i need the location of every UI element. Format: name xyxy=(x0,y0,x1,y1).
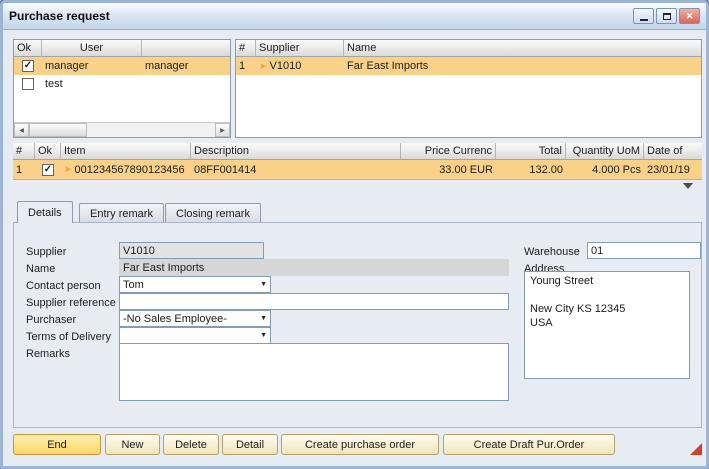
users-col-blank xyxy=(142,40,230,57)
users-col-user[interactable]: User xyxy=(42,40,142,57)
items-col-total[interactable]: Total xyxy=(496,143,566,160)
items-panel: # Ok Item Description Price Currenc Tota… xyxy=(13,143,702,180)
remarks-textarea[interactable] xyxy=(119,343,509,401)
items-col-price[interactable]: Price Currenc xyxy=(401,143,496,160)
contact-person-label: Contact person xyxy=(26,278,101,294)
title-bar[interactable]: Purchase request ✕ xyxy=(3,3,706,30)
user-ok-checkbox[interactable] xyxy=(22,60,34,72)
items-table-header: # Ok Item Description Price Currenc Tota… xyxy=(13,143,702,160)
supplier-row[interactable]: 1 ➤ V1010 Far East Imports xyxy=(236,57,701,75)
chevron-down-icon[interactable]: ▼ xyxy=(260,332,267,339)
window-controls: ✕ xyxy=(633,8,700,24)
users-panel: Ok User manager manager test ◀ ▶ xyxy=(13,39,231,138)
user-value: manager xyxy=(142,57,230,75)
window-title: Purchase request xyxy=(9,9,110,23)
scroll-down-icon[interactable] xyxy=(683,183,693,189)
name-field: Far East Imports xyxy=(119,259,509,276)
suppliers-panel: # Supplier Name 1 ➤ V1010 Far East Impor… xyxy=(235,39,702,138)
maximize-button[interactable] xyxy=(656,8,677,24)
contact-person-value: Tom xyxy=(123,279,144,291)
supplier-label: Supplier xyxy=(26,244,66,260)
items-col-item[interactable]: Item xyxy=(61,143,191,160)
end-button[interactable]: End xyxy=(13,434,101,455)
item-total: 132.00 xyxy=(496,160,566,179)
link-arrow-icon[interactable]: ➤ xyxy=(64,165,72,174)
item-code: 001234567890123456 xyxy=(75,164,185,176)
user-row-manager[interactable]: manager manager xyxy=(14,57,230,75)
detail-button[interactable]: Detail xyxy=(222,434,278,455)
terms-of-delivery-label: Terms of Delivery xyxy=(26,329,111,345)
warehouse-input[interactable] xyxy=(587,242,701,259)
chevron-down-icon[interactable]: ▼ xyxy=(260,281,267,288)
new-button[interactable]: New xyxy=(105,434,160,455)
items-col-ok[interactable]: Ok xyxy=(35,143,61,160)
suppliers-col-num[interactable]: # xyxy=(236,40,256,57)
address-box[interactable]: Young Street New City KS 12345 USA xyxy=(524,271,690,379)
item-date: 23/01/19 xyxy=(644,160,702,179)
minimize-icon xyxy=(640,19,648,21)
user-value xyxy=(142,75,230,93)
minimize-button[interactable] xyxy=(633,8,654,24)
item-quantity: 4.000 Pcs xyxy=(566,160,644,179)
name-label: Name xyxy=(26,261,55,277)
create-draft-po-button[interactable]: Create Draft Pur.Order xyxy=(443,434,615,455)
item-ok-checkbox[interactable] xyxy=(42,164,54,176)
purchaser-value: -No Sales Employee- xyxy=(123,313,227,325)
supplier-row-num: 1 xyxy=(236,57,256,75)
user-name: manager xyxy=(42,57,142,75)
supplier-reference-input[interactable] xyxy=(119,293,509,310)
items-col-num[interactable]: # xyxy=(13,143,35,160)
user-ok-checkbox[interactable] xyxy=(22,78,34,90)
item-row-num: 1 xyxy=(13,160,35,179)
users-horizontal-scrollbar[interactable]: ◀ ▶ xyxy=(14,122,230,137)
supplier-code: V1010 xyxy=(270,60,302,72)
resize-corner-icon[interactable] xyxy=(690,443,702,455)
supplier-field[interactable] xyxy=(119,242,264,259)
users-table-header: Ok User xyxy=(14,40,230,57)
suppliers-col-supplier[interactable]: Supplier xyxy=(256,40,344,57)
item-price: 33.00 EUR xyxy=(401,160,496,179)
tab-entry-remark[interactable]: Entry remark xyxy=(79,203,164,223)
item-row[interactable]: 1 ➤ 001234567890123456 08FF001414 33.00 … xyxy=(13,160,702,180)
tab-closing-remark[interactable]: Closing remark xyxy=(165,203,261,223)
close-button[interactable]: ✕ xyxy=(679,8,700,24)
contact-person-select[interactable]: Tom ▼ xyxy=(119,276,271,293)
supplier-name: Far East Imports xyxy=(344,57,701,75)
remarks-label: Remarks xyxy=(26,346,70,362)
user-name: test xyxy=(42,75,142,93)
items-col-date[interactable]: Date of xyxy=(644,143,702,160)
scrollbar-track xyxy=(87,123,215,137)
link-arrow-icon[interactable]: ➤ xyxy=(259,62,267,71)
terms-of-delivery-select[interactable]: ▼ xyxy=(119,327,271,344)
users-col-ok[interactable]: Ok xyxy=(14,40,42,57)
maximize-icon xyxy=(663,13,671,20)
scrollbar-thumb[interactable] xyxy=(29,123,87,137)
details-tab-panel: Supplier Name Far East Imports Contact p… xyxy=(13,222,702,428)
suppliers-table-header: # Supplier Name xyxy=(236,40,701,57)
scroll-right-icon[interactable]: ▶ xyxy=(215,123,230,137)
items-col-description[interactable]: Description xyxy=(191,143,401,160)
user-row-test[interactable]: test xyxy=(14,75,230,93)
suppliers-col-name[interactable]: Name xyxy=(344,40,701,57)
scroll-left-icon[interactable]: ◀ xyxy=(14,123,29,137)
create-purchase-order-button[interactable]: Create purchase order xyxy=(281,434,439,455)
chevron-down-icon[interactable]: ▼ xyxy=(260,315,267,322)
supplier-reference-label: Supplier reference nu xyxy=(26,295,131,311)
item-description: 08FF001414 xyxy=(191,160,401,179)
tab-details[interactable]: Details xyxy=(17,201,73,223)
purchaser-label: Purchaser xyxy=(26,312,76,328)
items-col-quantity[interactable]: Quantity UoM xyxy=(566,143,644,160)
close-icon: ✕ xyxy=(686,12,694,21)
purchaser-select[interactable]: -No Sales Employee- ▼ xyxy=(119,310,271,327)
delete-button[interactable]: Delete xyxy=(163,434,219,455)
warehouse-label: Warehouse xyxy=(524,244,580,260)
purchase-request-window: Purchase request ✕ Ok User manager manag… xyxy=(0,0,709,469)
